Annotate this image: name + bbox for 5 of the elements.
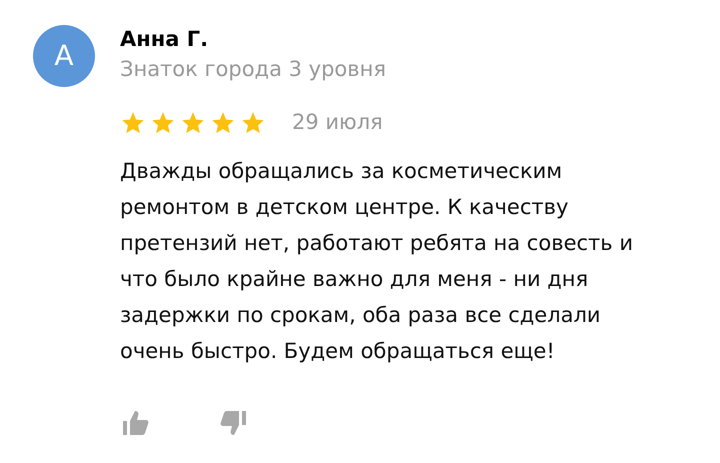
avatar: А <box>33 25 95 87</box>
review-text: Дважды обращались за косметическим ремонтом в детском центре. К качеству претензий нет, работают ребята на совесть и что было крайне важно для меня - ни дня задержки по срокам, оба раза все сделали очень быстро. Будем обращаться еще! <box>120 158 634 364</box>
author-level: Знаток города 3 уровня <box>120 56 388 83</box>
review-date: 29 июля <box>292 109 383 136</box>
author-name: Анна Г. <box>120 26 210 53</box>
